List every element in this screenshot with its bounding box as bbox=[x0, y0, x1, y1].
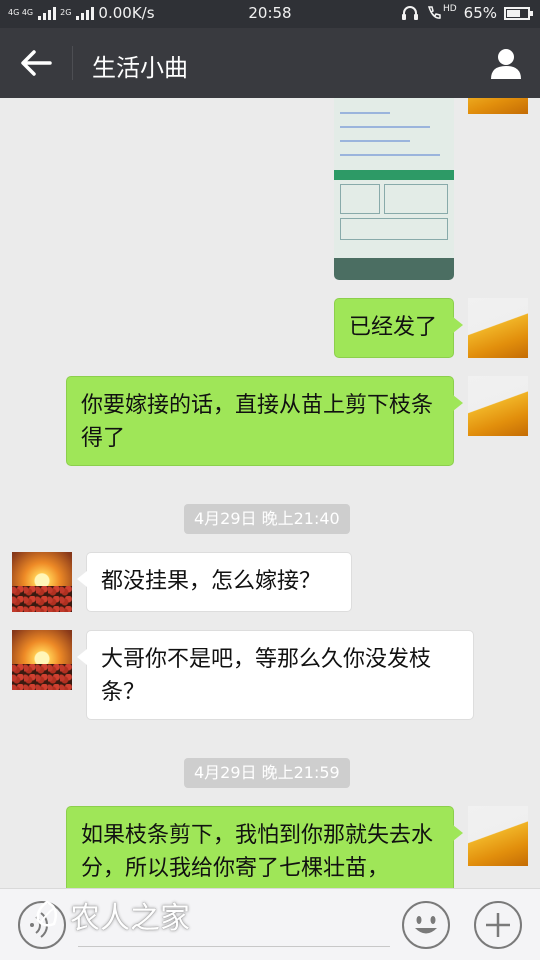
emoji-icon bbox=[415, 916, 437, 934]
plus-button[interactable] bbox=[474, 901, 522, 949]
message-list[interactable]: 已经发了 你要嫁接的话，直接从苗上剪下枝条得了 4月29日 晚上21:40 都没… bbox=[0, 98, 540, 888]
message-text: 如果枝条剪下，我怕到你那就失去水分，所以我给你寄了七棵壮苗， bbox=[81, 823, 434, 881]
plus-icon bbox=[486, 913, 510, 937]
my-avatar[interactable] bbox=[468, 298, 528, 358]
message-text: 大哥你不是吧，等那么久你没发枝条？ bbox=[101, 647, 432, 705]
message-bubble[interactable]: 如果枝条剪下，我怕到你那就失去水分，所以我给你寄了七棵壮苗， bbox=[66, 806, 463, 888]
chat-title: 生活小曲 bbox=[92, 54, 188, 82]
headset-icon bbox=[401, 6, 418, 20]
message-input[interactable] bbox=[78, 907, 390, 947]
message-text: 都没挂果，怎么嫁接？ bbox=[101, 569, 322, 594]
status-bar: 4G 4G 2G 0.00K/s 20:58 HD 65% bbox=[0, 0, 540, 28]
chat-header: 生活小曲 bbox=[0, 28, 540, 98]
contact-avatar[interactable] bbox=[12, 630, 72, 690]
message-bubble[interactable]: 你要嫁接的话，直接从苗上剪下枝条得了 bbox=[66, 376, 463, 466]
emoji-button[interactable] bbox=[402, 901, 450, 949]
timestamp: 4月29日 晚上21:40 bbox=[184, 504, 350, 534]
voice-button[interactable] bbox=[18, 901, 66, 949]
my-avatar[interactable] bbox=[468, 376, 528, 436]
input-bar: 农人之家 bbox=[0, 888, 540, 960]
battery-icon bbox=[504, 6, 533, 20]
message-bubble[interactable]: 大哥你不是吧，等那么久你没发枝条？ bbox=[77, 630, 474, 720]
header-divider bbox=[72, 46, 73, 80]
hd-badge: HD bbox=[442, 4, 457, 14]
battery-percent: 65% bbox=[463, 4, 497, 22]
my-avatar[interactable] bbox=[468, 98, 528, 114]
message-text: 你要嫁接的话，直接从苗上剪下枝条得了 bbox=[81, 393, 434, 451]
arrow-left-icon[interactable] bbox=[18, 46, 54, 80]
battery-level bbox=[507, 9, 520, 17]
voice-icon bbox=[30, 912, 48, 938]
message-bubble[interactable]: 都没挂果，怎么嫁接？ bbox=[77, 552, 352, 612]
image-message[interactable] bbox=[334, 98, 454, 280]
phone-hd-icon bbox=[427, 6, 441, 19]
message-bubble[interactable]: 已经发了 bbox=[334, 298, 463, 358]
my-avatar[interactable] bbox=[468, 806, 528, 866]
timestamp: 4月29日 晚上21:59 bbox=[184, 758, 350, 788]
contact-avatar[interactable] bbox=[12, 552, 72, 612]
message-text: 已经发了 bbox=[349, 315, 438, 340]
person-icon[interactable] bbox=[488, 46, 524, 80]
